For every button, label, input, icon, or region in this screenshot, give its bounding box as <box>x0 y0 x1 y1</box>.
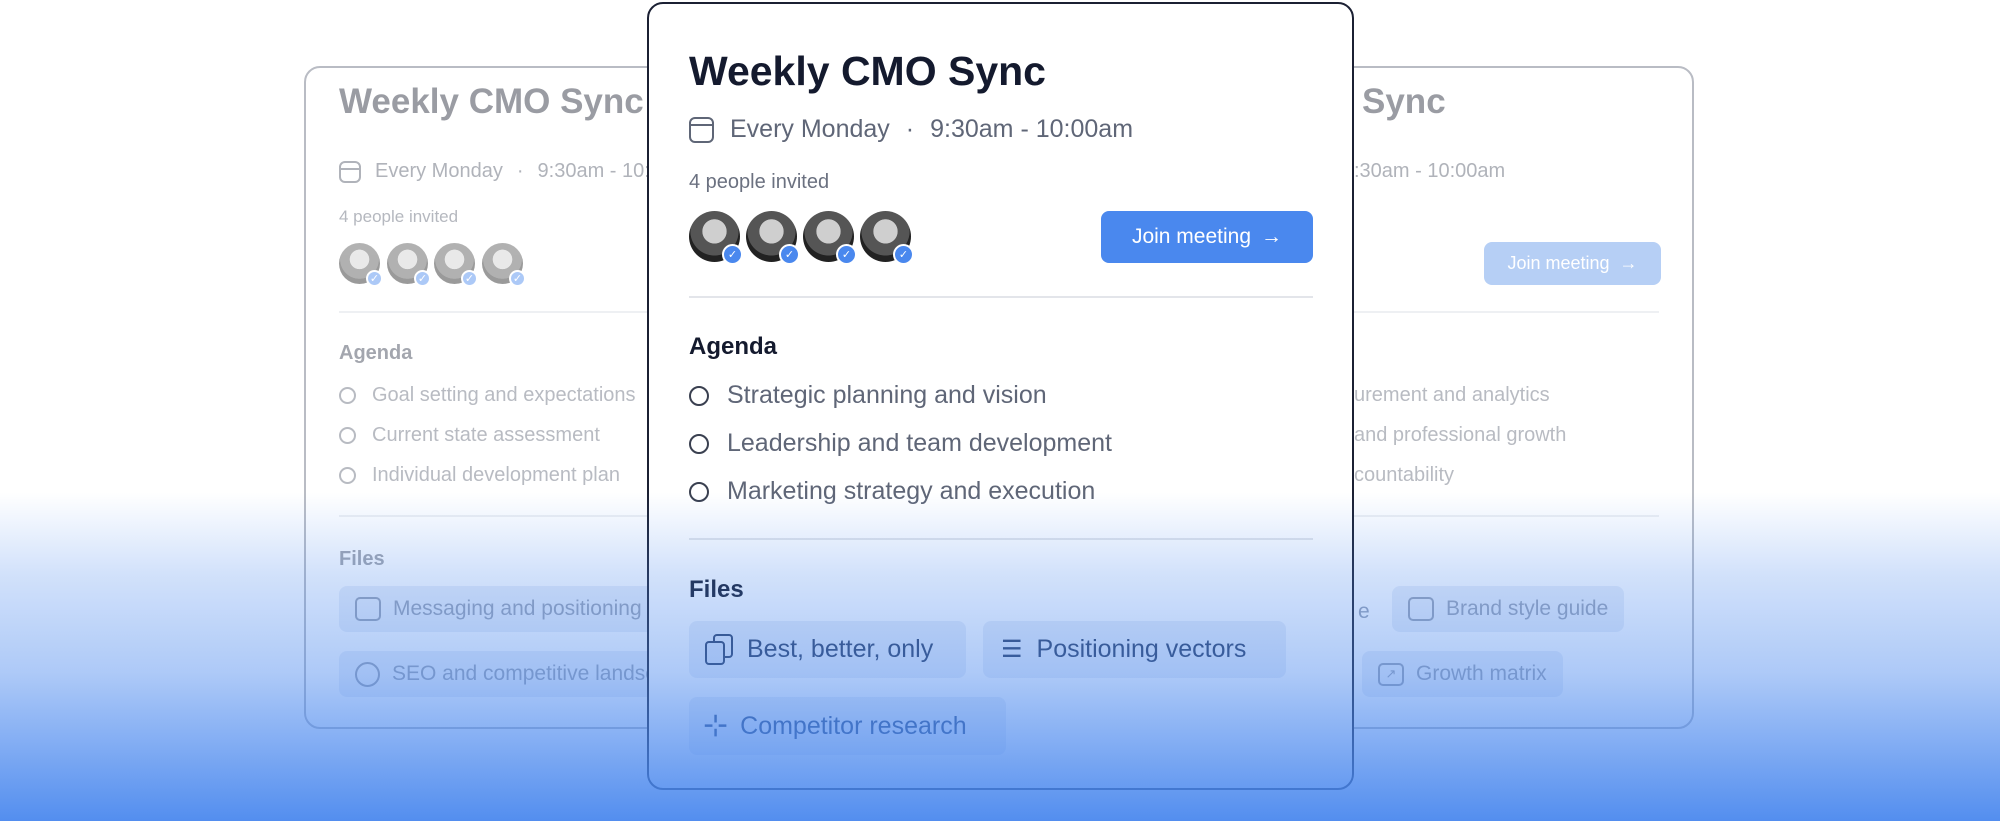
agenda-title: Agenda <box>689 333 778 360</box>
check-icon: ✓ <box>461 270 478 287</box>
document-icon <box>1408 597 1434 621</box>
separator: · <box>905 115 915 143</box>
check-icon: ✓ <box>836 244 857 265</box>
avatar[interactable]: ✓ <box>689 211 743 265</box>
list-icon: ☰ <box>1001 635 1023 663</box>
agenda-item[interactable]: Strategic planning and vision <box>689 381 1047 410</box>
copies-icon <box>703 633 735 666</box>
check-icon: ✓ <box>366 270 383 287</box>
search-icon <box>355 661 380 687</box>
schedule-day: Every Monday <box>375 160 503 182</box>
calendar-icon <box>689 116 714 143</box>
arrow-right-icon: → <box>1619 253 1638 273</box>
grid-icon: ⊹ <box>703 709 729 742</box>
check-icon: ✓ <box>722 244 743 265</box>
check-icon: ✓ <box>509 270 526 287</box>
radio-icon <box>339 467 356 484</box>
agenda-item-fragment: urement and analytics <box>1354 384 1550 406</box>
join-meeting-button[interactable]: Join meeting → <box>1484 242 1661 285</box>
invited-count: 4 people invited <box>689 171 830 193</box>
agenda-item[interactable]: Leadership and team development <box>689 429 1112 458</box>
check-icon: ✓ <box>414 270 431 287</box>
calendar-icon <box>339 160 361 183</box>
radio-icon[interactable] <box>689 433 709 454</box>
avatar[interactable]: ✓ <box>339 243 383 287</box>
agenda-item-fragment: and professional growth <box>1354 424 1567 446</box>
agenda-item[interactable]: Current state assessment <box>339 424 600 447</box>
file-chip[interactable]: Best, better, only <box>689 621 966 678</box>
agenda-item[interactable]: Marketing strategy and execution <box>689 477 1095 506</box>
avatar[interactable]: ✓ <box>387 243 431 287</box>
agenda-item[interactable]: Individual development plan <box>339 464 620 487</box>
file-chip[interactable]: Messaging and positioning <box>339 586 658 632</box>
card-title-fragment: Sync <box>1362 82 1446 121</box>
avatar[interactable]: ✓ <box>482 243 526 287</box>
schedule-time: 9:30am - 10:00am <box>930 115 1134 143</box>
schedule-time-fragment: :30am - 10:00am <box>1354 160 1506 182</box>
avatar[interactable]: ✓ <box>434 243 478 287</box>
check-icon: ✓ <box>779 244 800 265</box>
agenda-item-fragment: countability <box>1354 464 1455 486</box>
join-meeting-button[interactable]: Join meeting → <box>1101 211 1313 263</box>
card-title: Weekly CMO Sync <box>339 82 644 121</box>
arrow-right-icon: → <box>1261 225 1283 248</box>
card-title: Weekly CMO Sync <box>689 48 1046 94</box>
radio-icon[interactable] <box>689 481 709 502</box>
radio-icon <box>339 387 356 404</box>
meeting-card[interactable]: Weekly CMO Sync Every Monday · 9:30am - … <box>647 2 1354 790</box>
divider <box>689 296 1313 298</box>
avatar[interactable]: ✓ <box>746 211 800 265</box>
file-chip[interactable]: ⊹ Competitor research <box>689 697 1006 755</box>
agenda-title: Agenda <box>339 342 413 364</box>
file-chip[interactable]: ☰ Positioning vectors <box>983 621 1286 678</box>
schedule-day: Every Monday <box>730 115 890 143</box>
file-chip[interactable]: Brand style guide <box>1392 586 1625 632</box>
radio-icon <box>339 427 356 444</box>
check-icon: ✓ <box>893 244 914 265</box>
file-chip-fragment: e <box>1358 600 1370 623</box>
files-title: Files <box>339 548 385 570</box>
files-title: Files <box>689 576 744 603</box>
divider <box>689 538 1313 540</box>
invited-count: 4 people invited <box>339 207 459 226</box>
document-icon <box>355 597 381 621</box>
avatar[interactable]: ✓ <box>860 211 914 265</box>
trend-chart-icon: ↗ <box>1378 662 1404 686</box>
avatar[interactable]: ✓ <box>803 211 857 265</box>
agenda-item[interactable]: Goal setting and expectations <box>339 384 636 407</box>
file-chip[interactable]: ↗ Growth matrix <box>1362 651 1563 697</box>
radio-icon[interactable] <box>689 385 709 406</box>
